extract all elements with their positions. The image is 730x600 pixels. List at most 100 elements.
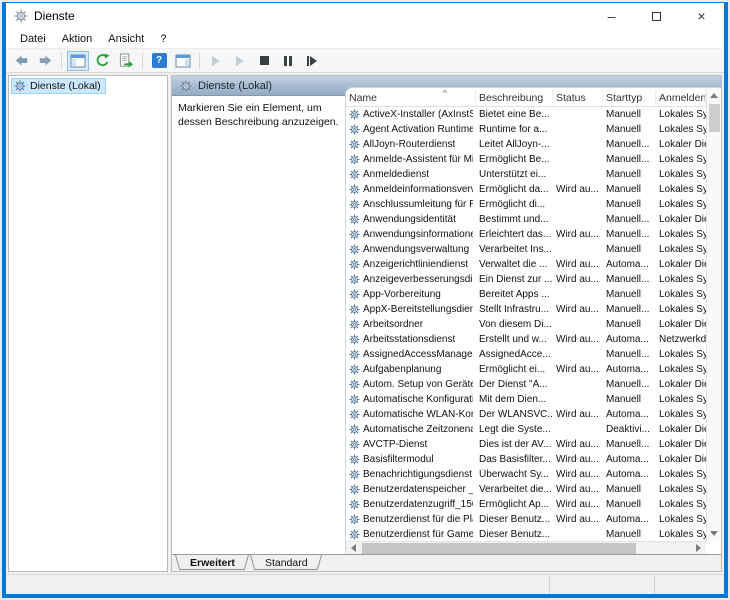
table-row[interactable]: Autom. Setup von Geräten, ... Der Dienst…	[346, 377, 706, 392]
minimize-button[interactable]: –	[589, 3, 634, 29]
table-row[interactable]: Anzeigeverbesserungsdienst Ein Dienst zu…	[346, 272, 706, 287]
close-button[interactable]: ×	[679, 3, 724, 29]
menu-item[interactable]: Aktion	[54, 31, 101, 47]
refresh-button[interactable]	[91, 51, 113, 71]
show-action-pane-button[interactable]	[172, 51, 194, 71]
service-logon-as: Lokales System	[656, 304, 706, 315]
service-name: Anwendungsverwaltung	[363, 244, 469, 255]
service-name-cell: Anmelde-Assistent für Micr...	[346, 154, 476, 165]
table-row[interactable]: Benutzerdatenspeicher _156... Verarbeite…	[346, 482, 706, 497]
toolbar-separator	[61, 53, 62, 69]
service-logon-as: Lokaler Dienst	[656, 439, 706, 450]
table-row[interactable]: Benutzerdienst für die Plattf... Dieser …	[346, 512, 706, 527]
service-name: Benutzerdienst für die Plattf...	[363, 514, 473, 525]
table-row[interactable]: Anschlussumleitung für Re... Ermöglicht …	[346, 197, 706, 212]
table-row[interactable]: Anmeldedienst Unterstützt ei... Manuell …	[346, 167, 706, 182]
table-row[interactable]: Arbeitsstationsdienst Erstellt und w... …	[346, 332, 706, 347]
service-starttype: Manuell	[603, 529, 656, 540]
table-row[interactable]: Benachrichtigungsdienst fü... Überwacht …	[346, 467, 706, 482]
pause-service-button[interactable]	[277, 51, 299, 71]
service-logon-as: Lokaler Dienst	[656, 319, 706, 330]
column-header-beschreibung[interactable]: Beschreibung	[476, 90, 553, 106]
main-area: Dienste (Lokal) Dienste (Lokal) Markiere…	[6, 73, 724, 574]
service-description: Verarbeitet Ins...	[476, 244, 553, 255]
tree-item-dienste-lokal[interactable]: Dienste (Lokal)	[11, 78, 106, 94]
service-starttype: Manuell	[603, 184, 656, 195]
export-list-button[interactable]	[115, 51, 137, 71]
service-name: Anwendungsidentität	[363, 214, 456, 225]
table-row[interactable]: App-Vorbereitung Bereitet Apps ... Manue…	[346, 287, 706, 302]
service-name-cell: Benutzerdatenspeicher _156...	[346, 484, 476, 495]
column-header-anmelden-als[interactable]: Anmelden als	[656, 90, 706, 106]
menu-item[interactable]: ?	[152, 31, 174, 47]
table-row[interactable]: Anmeldeinformationsverwa... Ermöglicht d…	[346, 182, 706, 197]
vertical-scrollbar[interactable]	[706, 88, 721, 541]
table-row[interactable]: Anwendungsinformationen Erleichtert das.…	[346, 227, 706, 242]
vertical-scrollbar-thumb[interactable]	[709, 104, 720, 132]
table-row[interactable]: Anzeigerichtliniendienst Verwaltet die .…	[346, 257, 706, 272]
service-name: AVCTP-Dienst	[363, 439, 427, 450]
service-name-cell: Aufgabenplanung	[346, 364, 476, 375]
resume-service-button[interactable]	[229, 51, 251, 71]
table-row[interactable]: Benutzerdienst für GameDV... Dieser Benu…	[346, 527, 706, 541]
services-window: Dienste – × DateiAktionAnsicht?	[2, 2, 728, 598]
service-gear-icon	[349, 514, 360, 525]
column-header-starttyp[interactable]: Starttyp	[603, 90, 656, 106]
toolbar-separator	[142, 53, 143, 69]
tree-item-label: Dienste (Lokal)	[30, 80, 101, 92]
table-row[interactable]: Basisfiltermodul Das Basisfilter... Wird…	[346, 452, 706, 467]
table-row[interactable]: Anmelde-Assistent für Micr... Ermöglicht…	[346, 152, 706, 167]
help-icon: ?	[152, 53, 167, 68]
table-row[interactable]: Automatische WLAN-Konfi... Der WLANSVC..…	[346, 407, 706, 422]
table-row[interactable]: Automatische Konfiguratio... Mit dem Die…	[346, 392, 706, 407]
table-row[interactable]: AppX-Bereitstellungsdienst ... Stellt In…	[346, 302, 706, 317]
service-logon-as: Lokales System	[656, 394, 706, 405]
view-tabstrip: Erweitert Standard	[172, 554, 721, 571]
service-starttype: Manuell...	[603, 439, 656, 450]
forward-button[interactable]	[34, 51, 56, 71]
stop-service-button[interactable]	[253, 51, 275, 71]
table-row[interactable]: Anwendungsidentität Bestimmt und... Manu…	[346, 212, 706, 227]
service-gear-icon	[349, 259, 360, 270]
menu-item[interactable]: Datei	[12, 31, 54, 47]
horizontal-scrollbar[interactable]	[346, 541, 706, 554]
show-console-tree-button[interactable]	[67, 51, 89, 71]
titlebar: Dienste – ×	[6, 3, 724, 29]
service-name: Autom. Setup von Geräten, ...	[363, 379, 473, 390]
column-header-status[interactable]: Status	[553, 90, 603, 106]
scroll-down-button[interactable]	[707, 526, 722, 541]
service-description: Überwacht Sy...	[476, 469, 553, 480]
menu-item[interactable]: Ansicht	[100, 31, 152, 47]
scroll-up-button[interactable]	[707, 88, 722, 103]
table-row[interactable]: Benutzerdatenzugriff_1569fd Ermöglicht A…	[346, 497, 706, 512]
column-header-name[interactable]: Name ^	[346, 90, 476, 106]
horizontal-scrollbar-thumb[interactable]	[362, 543, 636, 554]
table-row[interactable]: AssignedAccessManager-Di... AssignedAcce…	[346, 347, 706, 362]
table-row[interactable]: Anwendungsverwaltung Verarbeitet Ins... …	[346, 242, 706, 257]
table-row[interactable]: AllJoyn-Routerdienst Leitet AllJoyn-... …	[346, 137, 706, 152]
scroll-left-button[interactable]	[346, 542, 361, 555]
table-row[interactable]: Aufgabenplanung Ermöglicht ei... Wird au…	[346, 362, 706, 377]
restart-service-button[interactable]	[301, 51, 323, 71]
service-starttype: Automa...	[603, 514, 656, 525]
table-row[interactable]: AVCTP-Dienst Dies ist der AV... Wird au.…	[346, 437, 706, 452]
service-starttype: Manuell...	[603, 274, 656, 285]
service-logon-as: Lokales System	[656, 199, 706, 210]
view-tab[interactable]: Standard	[250, 555, 323, 570]
table-row[interactable]: Agent Activation Runtime_... Runtime for…	[346, 122, 706, 137]
table-row[interactable]: Arbeitsordner Von diesem Di... Manuell L…	[346, 317, 706, 332]
start-service-button[interactable]	[205, 51, 227, 71]
service-name-cell: Benutzerdienst für GameDV...	[346, 529, 476, 540]
scroll-right-button[interactable]	[691, 542, 706, 555]
table-row[interactable]: Automatische Zeitzonenakt... Legt die Sy…	[346, 422, 706, 437]
service-name-cell: Autom. Setup von Geräten, ...	[346, 379, 476, 390]
view-tab[interactable]: Erweitert	[175, 555, 250, 570]
help-button[interactable]: ?	[148, 51, 170, 71]
service-gear-icon	[349, 394, 360, 405]
back-button[interactable]	[10, 51, 32, 71]
maximize-button[interactable]	[634, 3, 679, 29]
service-gear-icon	[349, 424, 360, 435]
service-description: Bietet eine Be...	[476, 109, 553, 120]
service-gear-icon	[349, 199, 360, 210]
table-row[interactable]: ActiveX-Installer (AxInstSV) Bietet eine…	[346, 107, 706, 122]
